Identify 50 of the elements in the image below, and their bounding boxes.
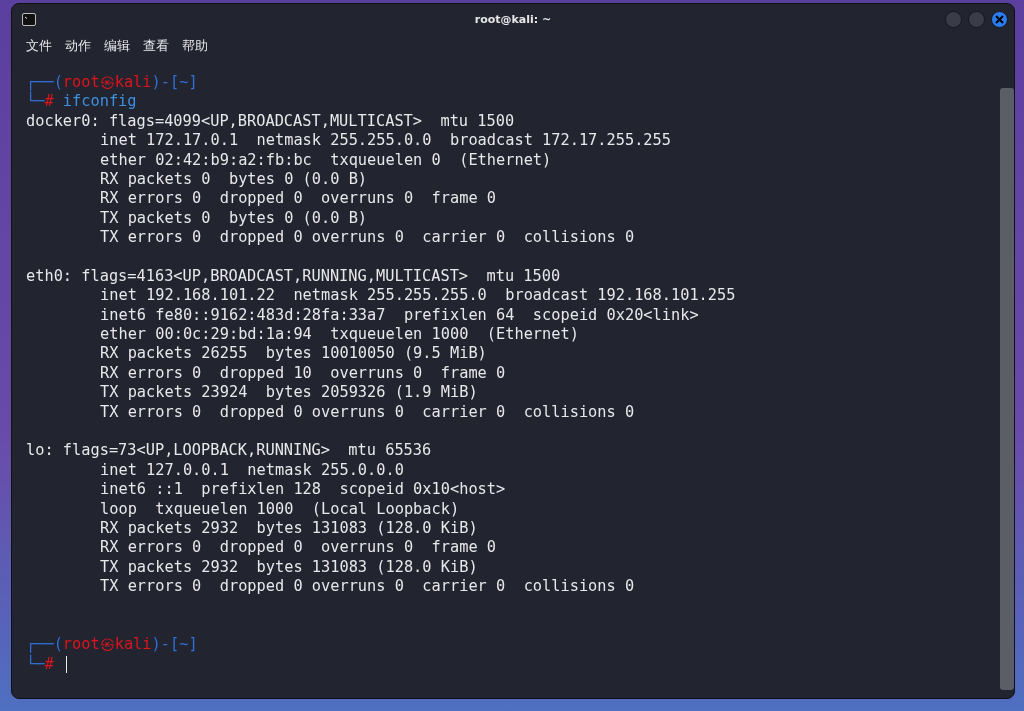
output-line: docker0: flags=4099<UP,BROADCAST,MULTICAST> mtu 1500 bbox=[26, 111, 515, 132]
prompt-corner: └─ bbox=[26, 654, 45, 675]
output-line: ether 00:0c:29:bd:1a:94 txqueuelen 1000 (Ethernet) bbox=[99, 325, 579, 345]
output-line: RX errors 0 dropped 10 overruns 0 frame 0 bbox=[99, 363, 506, 384]
menu-item[interactable]: 查看 bbox=[143, 37, 169, 55]
output-line: RX packets 26255 bytes 10010050 (9.5 MiB) bbox=[99, 344, 487, 364]
prompt-text: ┌──( bbox=[26, 635, 63, 655]
minimize-button[interactable] bbox=[945, 10, 962, 28]
prompt-text: ┌──( bbox=[26, 73, 63, 92]
prompt-sign: # bbox=[44, 92, 54, 112]
output-line: TX errors 0 dropped 0 overruns 0 carrier 0 collisions 0 bbox=[99, 577, 635, 597]
window-title: root@kali: ~ bbox=[474, 12, 552, 26]
terminal-icon bbox=[22, 12, 36, 26]
output-line: lo: flags=73<UP,LOOPBACK,RUNNING> mtu 65536 bbox=[26, 441, 432, 461]
prompt-text: ] bbox=[188, 635, 198, 655]
menu-item[interactable]: 文件 bbox=[26, 37, 52, 55]
output-line: TX packets 2932 bytes 131083 (128.0 KiB) bbox=[99, 557, 478, 578]
prompt-text: ~ bbox=[179, 73, 189, 93]
maximize-button[interactable] bbox=[968, 10, 985, 28]
output-line: inet 172.17.0.1 netmask 255.255.0.0 broadcast 172.17.255.255 bbox=[99, 131, 671, 151]
prompt-text: )-[ bbox=[151, 635, 180, 655]
prompt-sign: # bbox=[44, 654, 54, 675]
output-line: RX errors 0 dropped 0 overruns 0 frame 0 bbox=[99, 189, 496, 209]
output-line: inet 127.0.0.1 netmask 255.0.0.0 bbox=[99, 460, 404, 481]
prompt-text: )-[ bbox=[151, 73, 180, 93]
menu-item[interactable]: 编辑 bbox=[104, 37, 130, 55]
output-line: RX packets 0 bytes 0 (0.0 B) bbox=[99, 169, 368, 190]
prompt-text: root㉿kali bbox=[62, 635, 152, 655]
prompt-text: ] bbox=[188, 73, 198, 93]
output-line: ether 02:42:b9:a2:fb:bc txqueuelen 0 (Ethernet) bbox=[99, 150, 552, 170]
prompt-text: root㉿kali bbox=[62, 73, 152, 93]
output-line: loop txqueuelen 1000 (Local Loopback) bbox=[99, 499, 460, 519]
output-line: TX errors 0 dropped 0 overruns 0 carrier 0 collisions 0 bbox=[99, 228, 635, 248]
menu-item[interactable]: 动作 bbox=[65, 37, 91, 55]
output-line: TX packets 23924 bytes 2059326 (1.9 MiB) bbox=[99, 383, 478, 403]
scrollbar[interactable] bbox=[1000, 88, 1014, 690]
output-line: eth0: flags=4163<UP,BROADCAST,RUNNING,MULTICAST> mtu 1500 bbox=[26, 266, 561, 287]
close-button[interactable] bbox=[991, 10, 1008, 28]
output-line: TX errors 0 dropped 0 overruns 0 carrier 0 collisions 0 bbox=[99, 402, 635, 423]
prompt-corner: └─ bbox=[26, 92, 45, 112]
command-text: ifconfig bbox=[62, 92, 137, 112]
prompt-text: ~ bbox=[179, 635, 189, 655]
output-line: inet6 ::1 prefixlen 128 scopeid 0x10<host> bbox=[99, 480, 506, 500]
menu-item[interactable]: 帮助 bbox=[182, 37, 208, 55]
output-line: RX packets 2932 bytes 131083 (128.0 KiB) bbox=[99, 519, 478, 539]
close-icon bbox=[995, 14, 1004, 24]
output-line: inet 192.168.101.22 netmask 255.255.255.0 broadcast 192.168.101.255 bbox=[99, 286, 736, 306]
output-line: RX errors 0 dropped 0 overruns 0 frame 0 bbox=[99, 538, 496, 558]
output-line: TX packets 0 bytes 0 (0.0 B) bbox=[99, 208, 368, 229]
output-line: inet6 fe80::9162:483d:28fa:33a7 prefixlen 64 scopeid 0x20<link> bbox=[99, 305, 699, 326]
